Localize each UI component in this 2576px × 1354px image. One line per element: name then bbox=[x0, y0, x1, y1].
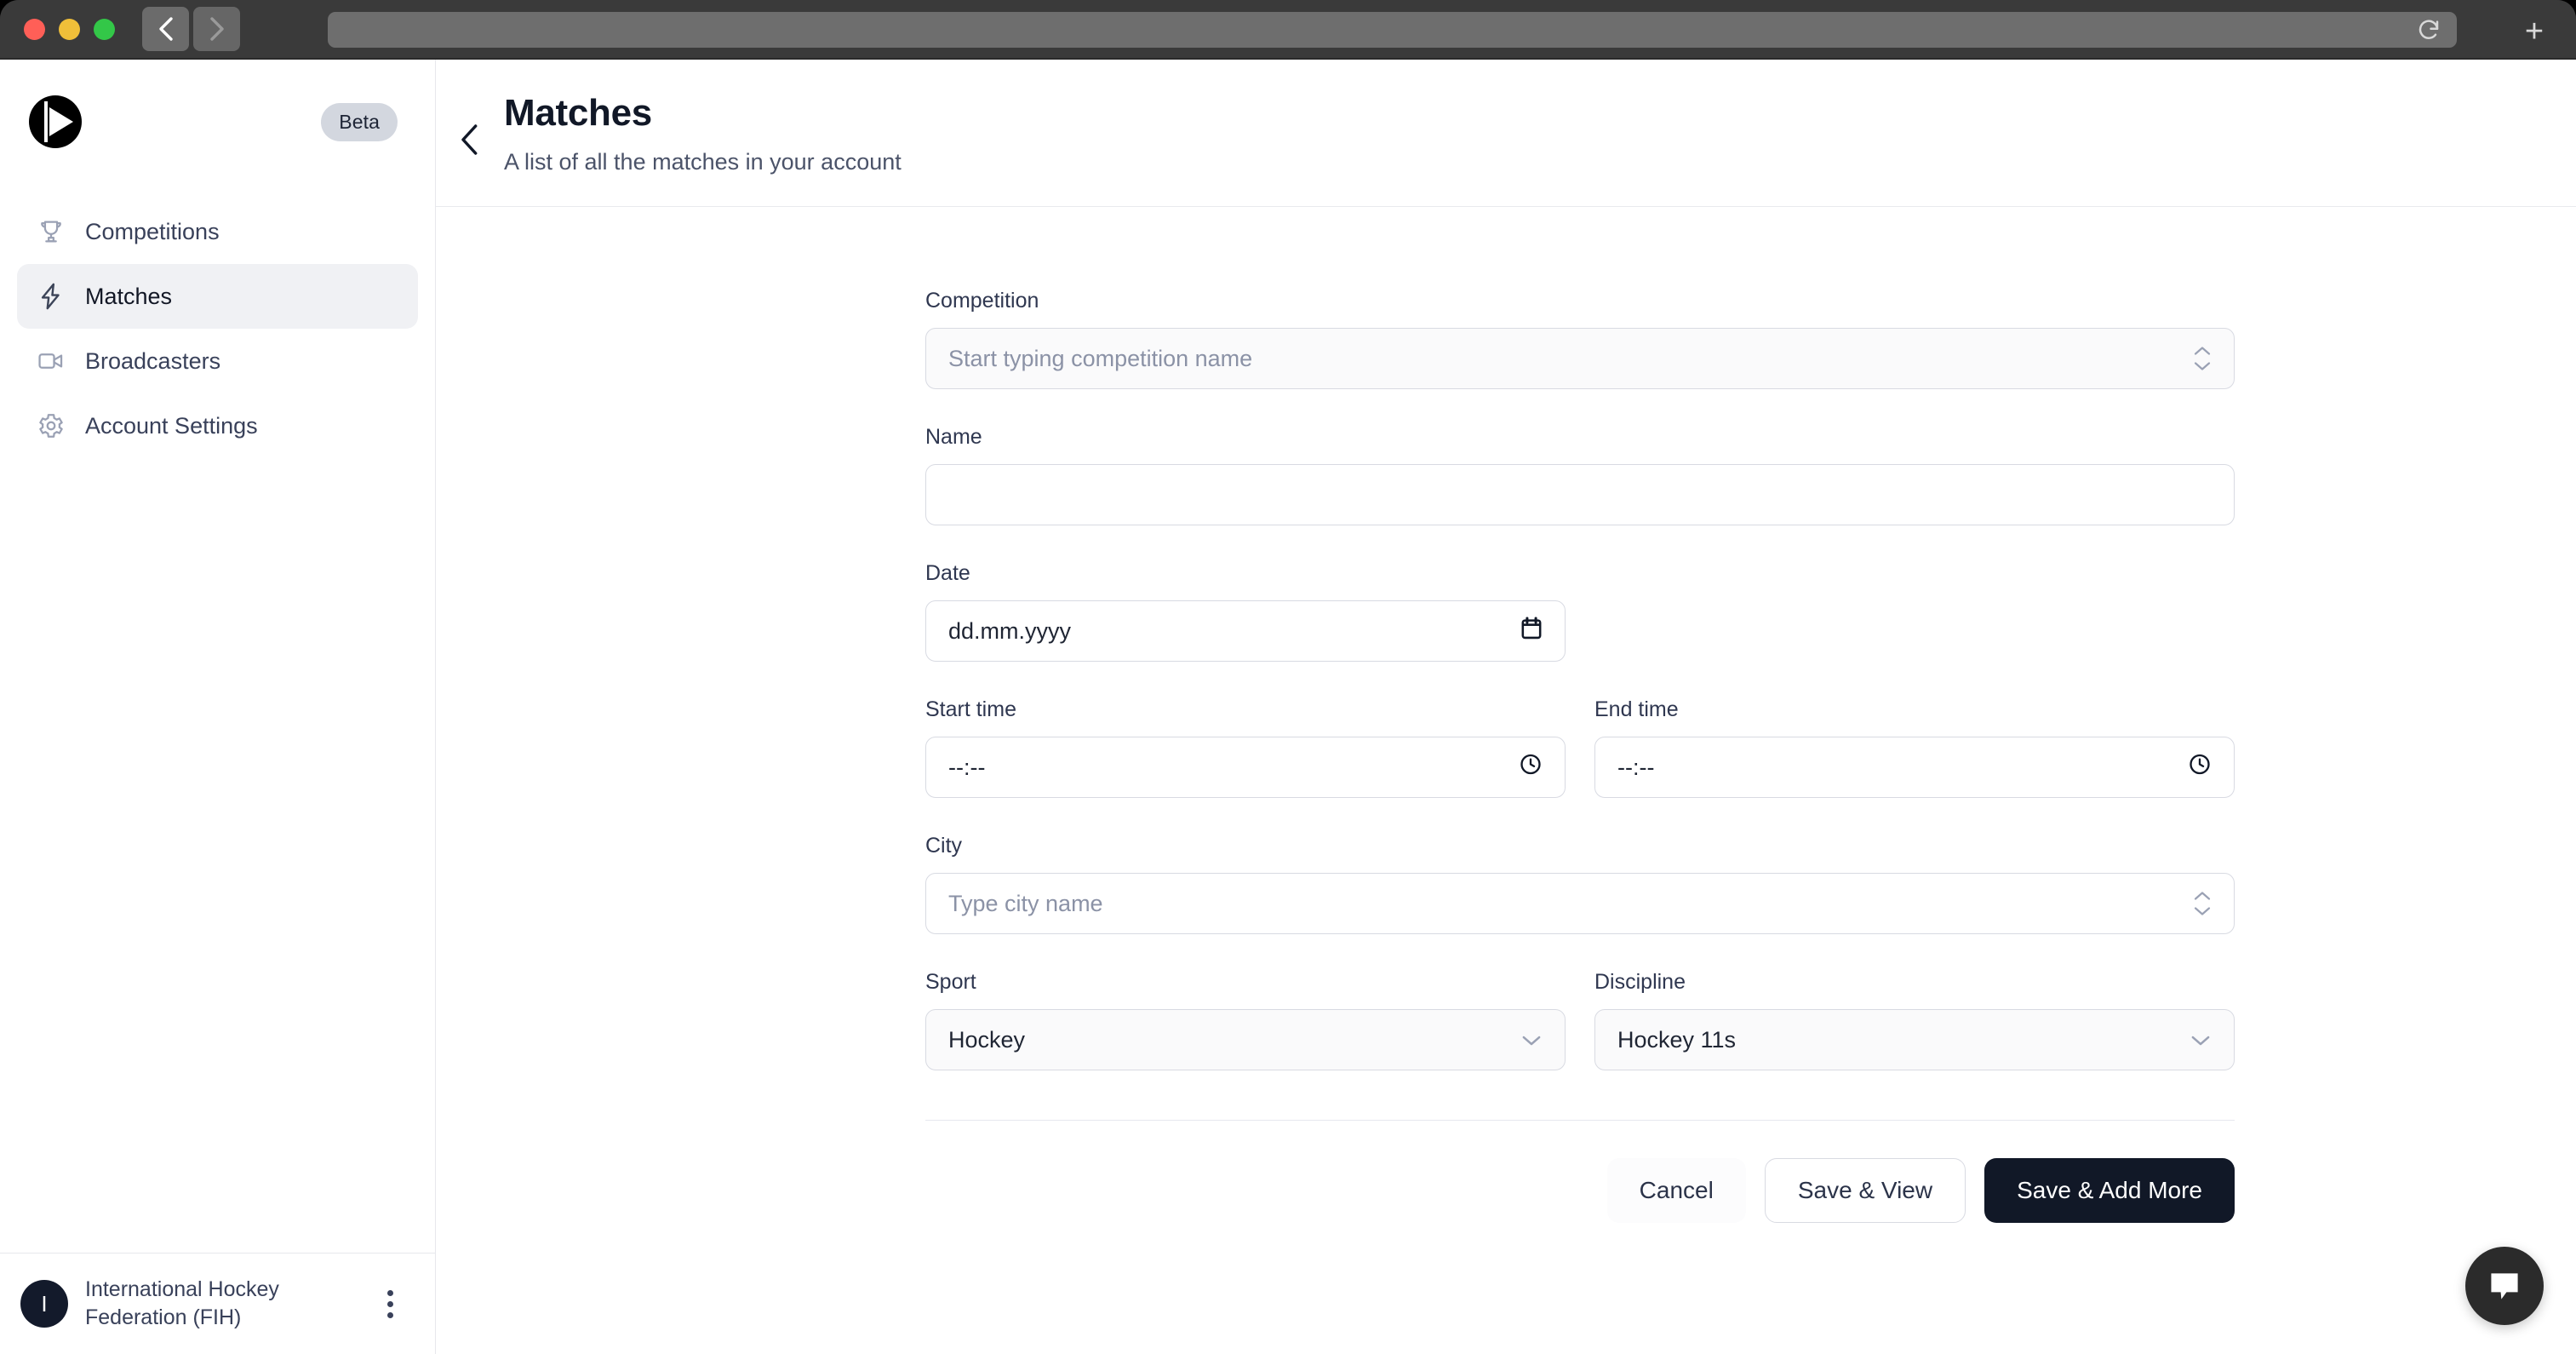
city-label: City bbox=[925, 834, 963, 858]
sport-row: Sport Hockey Discipline Hockey 11s bbox=[925, 970, 2235, 1106]
name-input[interactable] bbox=[925, 464, 2235, 525]
new-tab-button[interactable]: + bbox=[2515, 12, 2554, 51]
city-placeholder: Type city name bbox=[948, 890, 1103, 916]
competition-label: Competition bbox=[925, 289, 1039, 313]
account-switcher[interactable]: I International Hockey Federation (FIH) bbox=[0, 1253, 435, 1354]
start-time-label: Start time bbox=[925, 697, 1016, 721]
chat-widget-button[interactable] bbox=[2465, 1247, 2544, 1325]
page-header-text: Matches A list of all the matches in you… bbox=[504, 92, 902, 175]
chevron-down-icon[interactable] bbox=[1520, 1027, 1543, 1053]
play-circle-logo bbox=[29, 95, 82, 148]
discipline-value: Hockey 11s bbox=[1617, 1026, 1737, 1053]
page-subtitle: A list of all the matches in your accoun… bbox=[504, 149, 902, 175]
field-start-time: Start time --:-- bbox=[925, 697, 1566, 798]
end-time-value: --:-- bbox=[1617, 754, 1655, 780]
browser-nav-buttons bbox=[142, 7, 240, 51]
sidebar-item-broadcasters[interactable]: Broadcasters bbox=[17, 329, 418, 393]
bolt-icon bbox=[36, 281, 66, 312]
sport-value: Hockey bbox=[948, 1026, 1026, 1053]
chevron-right-icon bbox=[209, 17, 224, 41]
gear-icon bbox=[36, 410, 66, 441]
start-time-input[interactable]: --:-- bbox=[925, 737, 1566, 798]
date-input[interactable]: dd.mm.yyyy bbox=[925, 600, 1566, 662]
sidebar-item-label: Matches bbox=[85, 283, 173, 309]
reload-icon[interactable] bbox=[2416, 17, 2441, 43]
sidebar-item-label: Account Settings bbox=[85, 412, 258, 439]
date-value: dd.mm.yyyy bbox=[948, 617, 1072, 644]
chevron-up-down-icon[interactable] bbox=[2193, 891, 2212, 917]
field-city: City Type city name bbox=[925, 834, 2235, 934]
sidebar-nav: Competitions Matches Broadcasters Accoun… bbox=[0, 199, 435, 458]
page-title: Matches bbox=[504, 92, 652, 134]
sidebar-item-competitions[interactable]: Competitions bbox=[17, 199, 418, 264]
address-bar[interactable] bbox=[328, 12, 2457, 48]
chevron-up-down-icon[interactable] bbox=[2193, 346, 2212, 372]
calendar-icon[interactable] bbox=[1520, 617, 1543, 646]
name-label: Name bbox=[925, 425, 982, 449]
match-form-area: Competition Start typing competition nam… bbox=[436, 207, 2576, 1354]
chevron-left-icon bbox=[461, 124, 478, 155]
sidebar-item-account-settings[interactable]: Account Settings bbox=[17, 393, 418, 458]
page-header: Matches A list of all the matches in you… bbox=[436, 60, 2576, 207]
trophy-icon bbox=[36, 216, 66, 247]
field-name: Name bbox=[925, 425, 2235, 525]
clock-icon[interactable] bbox=[2188, 753, 2212, 783]
sidebar-header: Beta bbox=[0, 60, 435, 148]
sidebar-item-label: Competitions bbox=[85, 218, 220, 244]
field-sport: Sport Hockey bbox=[925, 970, 1566, 1070]
sport-label: Sport bbox=[925, 970, 976, 994]
minimize-window-button[interactable] bbox=[59, 18, 80, 40]
city-combobox[interactable]: Type city name bbox=[925, 873, 2235, 934]
avatar: I bbox=[20, 1280, 68, 1328]
start-time-value: --:-- bbox=[948, 754, 986, 780]
chevron-left-icon bbox=[158, 17, 173, 41]
sidebar-item-matches[interactable]: Matches bbox=[17, 264, 418, 329]
kebab-menu-icon[interactable] bbox=[365, 1277, 415, 1331]
browser-titlebar: + bbox=[0, 0, 2576, 58]
chevron-down-icon[interactable] bbox=[2190, 1027, 2212, 1053]
form-actions: Cancel Save & View Save & Add More bbox=[925, 1121, 2235, 1257]
field-discipline: Discipline Hockey 11s bbox=[1594, 970, 2235, 1070]
competition-combobox[interactable]: Start typing competition name bbox=[925, 328, 2235, 389]
beta-badge: Beta bbox=[321, 102, 398, 141]
organization-name: International Hockey Federation (FIH) bbox=[85, 1277, 279, 1329]
sidebar-item-label: Broadcasters bbox=[85, 347, 221, 374]
competition-placeholder: Start typing competition name bbox=[948, 345, 1253, 371]
forward-button[interactable] bbox=[193, 7, 240, 51]
clock-icon[interactable] bbox=[1519, 753, 1543, 783]
save-and-view-button[interactable]: Save & View bbox=[1764, 1158, 1966, 1223]
window-controls bbox=[24, 18, 115, 40]
video-camera-icon bbox=[36, 346, 66, 376]
discipline-select[interactable]: Hockey 11s bbox=[1594, 1009, 2235, 1070]
app-viewport: Beta Competitions Matches Broadcasters A… bbox=[0, 58, 2576, 1354]
chat-bubble-icon bbox=[2491, 1273, 2518, 1299]
field-competition: Competition Start typing competition nam… bbox=[925, 289, 2235, 389]
back-button[interactable] bbox=[142, 7, 189, 51]
main-content: Matches A list of all the matches in you… bbox=[436, 60, 2576, 1354]
close-window-button[interactable] bbox=[24, 18, 45, 40]
maximize-window-button[interactable] bbox=[94, 18, 115, 40]
date-label: Date bbox=[925, 561, 970, 585]
back-link[interactable] bbox=[436, 92, 504, 157]
save-and-add-more-button[interactable]: Save & Add More bbox=[1984, 1158, 2235, 1223]
end-time-input[interactable]: --:-- bbox=[1594, 737, 2235, 798]
end-time-label: End time bbox=[1594, 697, 1679, 721]
browser-window: + Beta Competitions Matches Broadcasters… bbox=[0, 0, 2576, 1354]
sport-select[interactable]: Hockey bbox=[925, 1009, 1566, 1070]
time-row: Start time --:-- End time --:-- bbox=[925, 697, 2235, 834]
match-form: Competition Start typing competition nam… bbox=[925, 289, 2235, 1106]
sidebar: Beta Competitions Matches Broadcasters A… bbox=[0, 60, 436, 1354]
field-end-time: End time --:-- bbox=[1594, 697, 2235, 798]
discipline-label: Discipline bbox=[1594, 970, 1686, 994]
field-date: Date dd.mm.yyyy bbox=[925, 561, 2235, 662]
cancel-button[interactable]: Cancel bbox=[1606, 1158, 1746, 1223]
